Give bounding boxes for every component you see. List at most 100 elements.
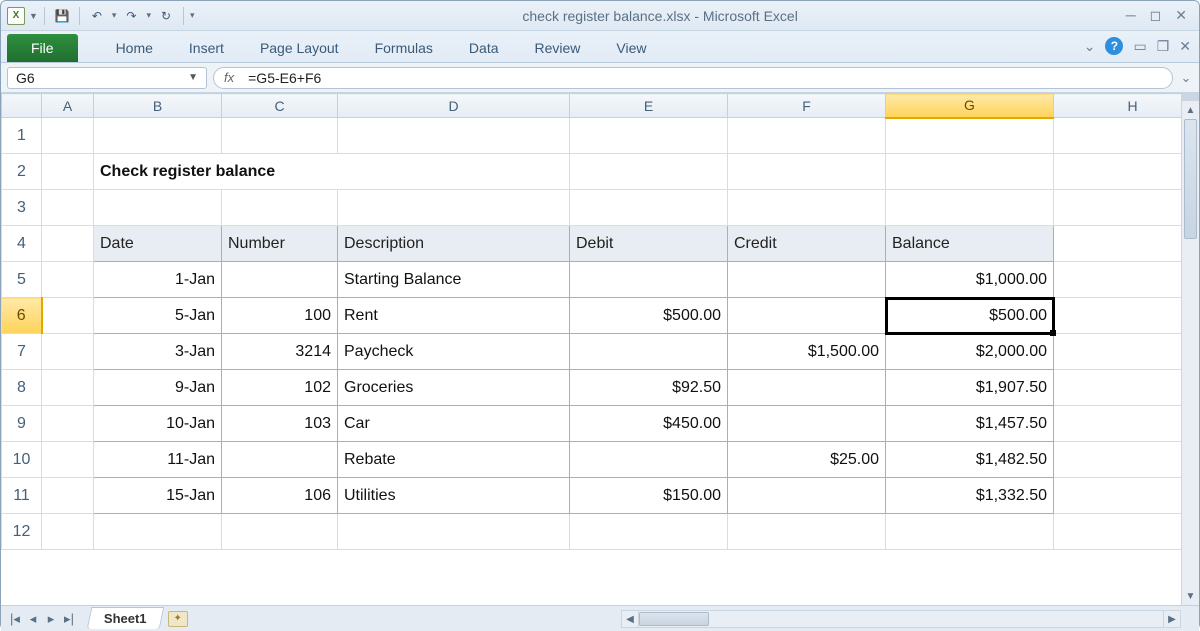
- cell[interactable]: [42, 370, 94, 406]
- cell[interactable]: [570, 118, 728, 154]
- cell-number[interactable]: [222, 442, 338, 478]
- vertical-scrollbar[interactable]: ▲ ▼: [1181, 93, 1199, 605]
- sheet-tab-sheet1[interactable]: Sheet1: [87, 607, 164, 629]
- cell[interactable]: [222, 514, 338, 550]
- cell-header-number[interactable]: Number: [222, 226, 338, 262]
- cell-credit[interactable]: [728, 370, 886, 406]
- row-header-1[interactable]: 1: [2, 118, 42, 154]
- sheet-nav-first[interactable]: |◂: [7, 611, 23, 627]
- cell-balance[interactable]: $1,457.50: [886, 406, 1054, 442]
- cell[interactable]: [338, 190, 570, 226]
- cell[interactable]: [42, 226, 94, 262]
- undo-button[interactable]: ↶: [86, 5, 108, 27]
- file-tab[interactable]: File: [7, 34, 78, 62]
- col-header-D[interactable]: D: [338, 94, 570, 118]
- col-header-F[interactable]: F: [728, 94, 886, 118]
- tab-home[interactable]: Home: [98, 34, 171, 62]
- tab-formulas[interactable]: Formulas: [357, 34, 451, 62]
- cell[interactable]: [1054, 190, 1182, 226]
- maximize-button[interactable]: ◻: [1150, 7, 1162, 24]
- cell[interactable]: [42, 154, 94, 190]
- select-all-corner[interactable]: [2, 94, 42, 118]
- cell-number[interactable]: 100: [222, 298, 338, 334]
- cell-date[interactable]: 15-Jan: [94, 478, 222, 514]
- cell[interactable]: [338, 514, 570, 550]
- cell-desc[interactable]: Starting Balance: [338, 262, 570, 298]
- cell-header-credit[interactable]: Credit: [728, 226, 886, 262]
- ribbon-collapse-icon[interactable]: ⌄: [1084, 38, 1096, 55]
- row-header-8[interactable]: 8: [2, 370, 42, 406]
- cell[interactable]: [1054, 262, 1182, 298]
- cell-debit[interactable]: [570, 262, 728, 298]
- col-header-B[interactable]: B: [94, 94, 222, 118]
- name-box-dropdown-icon[interactable]: ▼: [188, 72, 198, 83]
- row-header-3[interactable]: 3: [2, 190, 42, 226]
- tab-data[interactable]: Data: [451, 34, 517, 62]
- cell-desc[interactable]: Groceries: [338, 370, 570, 406]
- close-button[interactable]: ✕: [1175, 7, 1187, 24]
- cell-desc[interactable]: Rent: [338, 298, 570, 334]
- scroll-up-icon[interactable]: ▲: [1182, 101, 1199, 119]
- cell[interactable]: [1054, 154, 1182, 190]
- row-header-7[interactable]: 7: [2, 334, 42, 370]
- cell-header-debit[interactable]: Debit: [570, 226, 728, 262]
- row-header-6[interactable]: 6: [2, 298, 42, 334]
- tab-review[interactable]: Review: [517, 34, 599, 62]
- cell-header-date[interactable]: Date: [94, 226, 222, 262]
- sheet-nav-next[interactable]: ▸: [43, 611, 59, 627]
- tab-pagelayout[interactable]: Page Layout: [242, 34, 357, 62]
- redo-button[interactable]: ↷: [120, 5, 142, 27]
- cell[interactable]: [1054, 478, 1182, 514]
- col-header-E[interactable]: E: [570, 94, 728, 118]
- help-icon[interactable]: ?: [1105, 37, 1123, 55]
- hscroll-thumb[interactable]: [639, 612, 709, 626]
- cell[interactable]: [886, 118, 1054, 154]
- workbook-restore-button[interactable]: ❐: [1157, 38, 1170, 55]
- cell[interactable]: [1054, 298, 1182, 334]
- cell-balance[interactable]: $2,000.00: [886, 334, 1054, 370]
- cell-desc[interactable]: Utilities: [338, 478, 570, 514]
- cell-desc[interactable]: Rebate: [338, 442, 570, 478]
- cell-balance[interactable]: $1,000.00: [886, 262, 1054, 298]
- cell-date[interactable]: 10-Jan: [94, 406, 222, 442]
- cell[interactable]: [886, 190, 1054, 226]
- cell[interactable]: [42, 514, 94, 550]
- horizontal-scrollbar[interactable]: ◀ ▶: [621, 610, 1181, 628]
- cell[interactable]: [42, 406, 94, 442]
- cell[interactable]: [1054, 442, 1182, 478]
- cell-credit[interactable]: [728, 478, 886, 514]
- cell-debit[interactable]: [570, 334, 728, 370]
- cell-debit[interactable]: [570, 442, 728, 478]
- redo-dropdown-icon[interactable]: ▾: [146, 10, 151, 21]
- hscroll-track[interactable]: [639, 610, 1163, 628]
- cell-desc[interactable]: Paycheck: [338, 334, 570, 370]
- cell-number[interactable]: [222, 262, 338, 298]
- active-cell[interactable]: $500.00: [886, 298, 1054, 334]
- qat-dropdown-icon[interactable]: ▼: [29, 11, 38, 21]
- row-header-2[interactable]: 2: [2, 154, 42, 190]
- cell-credit[interactable]: [728, 262, 886, 298]
- col-header-A[interactable]: A: [42, 94, 94, 118]
- cell[interactable]: [42, 334, 94, 370]
- col-header-H[interactable]: H: [1054, 94, 1182, 118]
- workbook-minimize-button[interactable]: ▭: [1133, 38, 1146, 55]
- name-box[interactable]: G6 ▼: [7, 67, 207, 89]
- cell[interactable]: [94, 190, 222, 226]
- cell-date[interactable]: 5-Jan: [94, 298, 222, 334]
- cell[interactable]: [570, 190, 728, 226]
- col-header-G[interactable]: G: [886, 94, 1054, 118]
- formula-input[interactable]: fx =G5-E6+F6: [213, 67, 1173, 89]
- tab-view[interactable]: View: [598, 34, 664, 62]
- cell-number[interactable]: 106: [222, 478, 338, 514]
- cell-header-description[interactable]: Description: [338, 226, 570, 262]
- save-button[interactable]: 💾: [51, 5, 73, 27]
- cell[interactable]: [728, 118, 886, 154]
- cell[interactable]: [42, 262, 94, 298]
- cell-debit[interactable]: $450.00: [570, 406, 728, 442]
- scroll-track[interactable]: [1182, 119, 1199, 587]
- cell-debit[interactable]: $500.00: [570, 298, 728, 334]
- cell-balance[interactable]: $1,907.50: [886, 370, 1054, 406]
- cell-header-balance[interactable]: Balance: [886, 226, 1054, 262]
- cell[interactable]: [42, 442, 94, 478]
- cell[interactable]: [222, 118, 338, 154]
